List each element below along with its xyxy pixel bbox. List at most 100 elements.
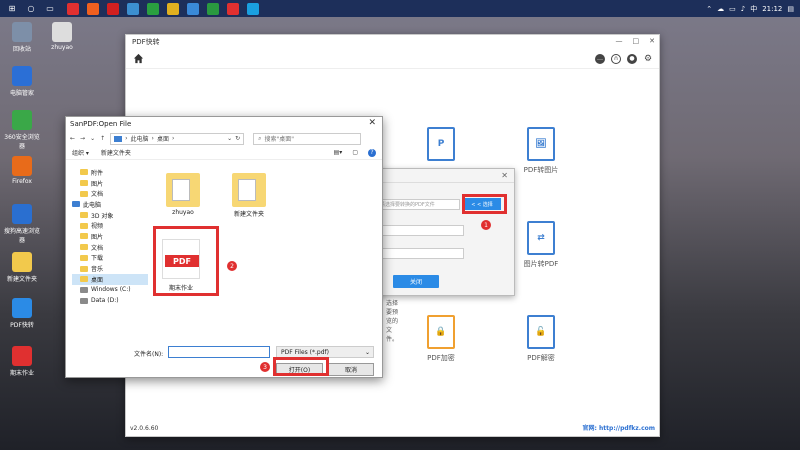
gear-icon[interactable]: ⚙ (643, 53, 653, 64)
nav-item[interactable]: 图片 (72, 178, 148, 189)
taskbar-app-icon[interactable] (107, 2, 119, 15)
clock[interactable]: 21:12 (762, 5, 782, 13)
annotation-badge-1: 1 (481, 220, 491, 230)
output-field[interactable] (376, 225, 464, 236)
view-options-icon[interactable]: ▤▾ (334, 149, 343, 157)
new-folder-button[interactable]: 新建文件夹 (101, 148, 131, 157)
output-path-field[interactable] (376, 248, 464, 259)
taskbar-app-icon[interactable] (187, 2, 199, 15)
nav-item[interactable]: 文档 (72, 242, 148, 253)
feature-label: 图片转PDF (523, 260, 559, 268)
folder-icon (80, 190, 88, 197)
organize-button[interactable]: 组织 ▾ (72, 148, 89, 157)
desktop-icon[interactable]: 360安全浏览器 (2, 110, 42, 150)
nav-item-label: 桌面 (91, 276, 104, 284)
home-icon[interactable] (132, 53, 144, 65)
forward-icon[interactable]: → (80, 135, 85, 142)
taskbar-app-icon[interactable] (67, 2, 79, 15)
nav-item-label: 附件 (91, 169, 104, 177)
feature-pdf-encrypt[interactable]: 🔒 PDF加密 (411, 315, 471, 363)
filename-input[interactable] (168, 346, 270, 358)
preview-pane-icon[interactable]: ▢ (352, 149, 358, 157)
app-icon (12, 298, 32, 318)
desktop-icon[interactable]: 回收站 (2, 22, 42, 53)
taskbar-app-icon[interactable] (147, 2, 159, 15)
refresh-icon[interactable]: ↻ (235, 135, 240, 142)
nav-item[interactable]: 附件 (72, 167, 148, 178)
taskbar-app-icon[interactable] (247, 2, 259, 15)
nav-item[interactable]: 文档 (72, 188, 148, 199)
nav-item[interactable]: Windows (C:) (72, 285, 148, 296)
taskbar-app-icon[interactable] (87, 2, 99, 15)
notification-icon[interactable]: ▤ (787, 5, 794, 13)
nav-item[interactable]: Data (D:) (72, 295, 148, 306)
close-icon[interactable]: ✕ (501, 171, 508, 180)
nav-item-label: 此电脑 (83, 201, 102, 209)
search-box[interactable]: ⌕ 搜索"桌面" (253, 132, 362, 145)
cancel-button[interactable]: 取消 (328, 363, 374, 376)
volume-icon[interactable]: ♪ (741, 5, 745, 13)
breadcrumb-pc[interactable]: 此电脑 (131, 134, 149, 143)
highlight-open-button (273, 357, 329, 376)
website-link[interactable]: 官网: http://pdfkz.com (583, 423, 655, 432)
nav-item[interactable]: 图片 (72, 231, 148, 242)
minimize-button[interactable]: — (616, 37, 623, 45)
desktop-icon[interactable]: PDF快转 (2, 298, 42, 329)
nav-item[interactable]: 下载 (72, 253, 148, 264)
navigation-bar: ← → ⌄ ↑ › 此电脑 › 桌面 › ⌄ ↻ ⌕ 搜索"桌面" (66, 131, 382, 146)
lock-icon: 🔒 (427, 315, 455, 349)
start-icon[interactable]: ⊞ (5, 2, 19, 16)
feature-pdf-to-image[interactable]: 🖼 PDF转图片 (511, 127, 571, 175)
nav-item[interactable]: 3D 对象 (72, 210, 148, 221)
nav-item[interactable]: 桌面 (72, 273, 148, 285)
address-bar[interactable]: › 此电脑 › 桌面 › ⌄ ↻ (110, 132, 245, 145)
network-icon[interactable]: ▭ (729, 5, 736, 13)
cloud-icon[interactable]: ☁ (717, 5, 724, 13)
folder-icon (80, 254, 88, 261)
search-icon[interactable]: ○ (24, 2, 38, 16)
nav-item[interactable]: 此电脑 (72, 199, 148, 210)
up-icon[interactable]: ↑ (100, 135, 105, 142)
version-label: v2.0.6.60 (130, 425, 159, 432)
system-tray: ⌃ ☁ ▭ ♪ 中 21:12 ▤ (706, 0, 794, 17)
app-icon (12, 22, 32, 42)
app-icon (12, 110, 32, 130)
desktop-icon[interactable]: 电脑管家 (2, 66, 42, 97)
feature-pdf-word[interactable]: P (411, 127, 471, 165)
desktop-icon-label: 电脑管家 (9, 90, 34, 97)
task-view-icon[interactable]: ▭ (43, 2, 57, 16)
feature-image-to-pdf[interactable]: ⇄ 图片转PDF (511, 221, 571, 269)
desktop-icon[interactable]: 期末作业 (2, 346, 42, 377)
desktop-icon[interactable]: Firefox (2, 156, 42, 185)
user-icon[interactable]: ● (627, 53, 637, 64)
pdf-file-input[interactable]: 请选择要转换的PDF文件 (376, 199, 460, 210)
pdf-image-icon: 🖼 (527, 127, 555, 161)
desktop-icon[interactable]: zhuyao (42, 22, 82, 51)
ime-indicator[interactable]: 中 (750, 4, 757, 14)
chevron-up-icon[interactable]: ⌃ (706, 5, 712, 13)
taskbar-app-icon[interactable] (227, 2, 239, 15)
close-dialog-button[interactable]: 关闭 (393, 275, 439, 288)
recent-dropdown-icon[interactable]: ⌄ (90, 135, 95, 142)
nav-item-label: 图片 (91, 233, 104, 241)
taskbar-app-icon[interactable] (167, 2, 179, 15)
file-item-new-folder[interactable]: 新建文件夹 (224, 173, 274, 218)
headset-icon[interactable]: ∩ (611, 53, 621, 64)
taskbar-app-icon[interactable] (207, 2, 219, 15)
app-icon (52, 22, 72, 42)
back-icon[interactable]: ← (70, 135, 75, 142)
maximize-button[interactable]: □ (633, 37, 640, 45)
close-button[interactable]: ✕ (649, 37, 655, 45)
breadcrumb-desktop[interactable]: 桌面 (157, 134, 169, 143)
nav-item[interactable]: 音乐 (72, 263, 148, 274)
taskbar-app-icon[interactable] (127, 2, 139, 15)
dropdown-icon[interactable]: ⌄ (227, 135, 232, 142)
chat-icon[interactable]: … (595, 53, 605, 64)
desktop-icon[interactable]: 新建文件夹 (2, 252, 42, 283)
desktop-icon[interactable]: 搜狗高速浏览器 (2, 204, 42, 244)
feature-pdf-decrypt[interactable]: 🔓 PDF解密 (511, 315, 571, 363)
file-item-zhuyao[interactable]: zhuyao (158, 173, 208, 216)
help-icon[interactable]: ? (368, 148, 376, 157)
nav-item[interactable]: 视频 (72, 220, 148, 231)
close-icon[interactable]: ✕ (368, 118, 376, 128)
